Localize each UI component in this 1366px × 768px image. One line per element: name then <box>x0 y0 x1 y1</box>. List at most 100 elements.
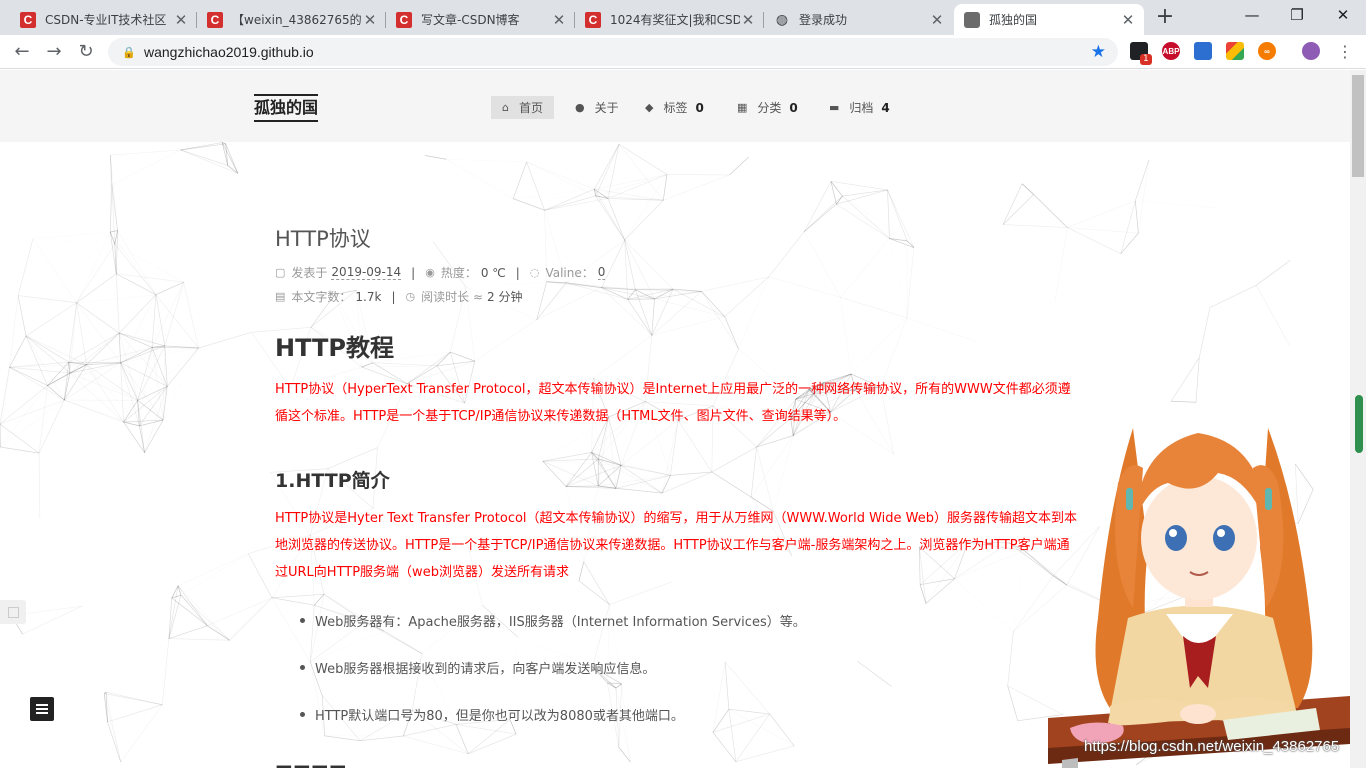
tab-title: 【weixin_43862765的 <box>232 13 362 27</box>
readtime-value: 2 分钟 <box>487 290 523 304</box>
lock-icon[interactable]: 🔒 <box>122 46 136 59</box>
csdn-icon: C <box>207 11 223 28</box>
menu-label: 关于 <box>594 101 619 115</box>
tab-1024-contest[interactable]: C 1024有奖征文|我和CSD ✕ <box>575 4 764 35</box>
tab-title: 写文章-CSDN博客 <box>421 13 520 27</box>
menu-item-tags[interactable]: ◆ 标签 0 <box>634 96 715 119</box>
readtime-label: 阅读时长 ≈ <box>421 290 483 304</box>
browser-menu-icon[interactable]: ⋮ <box>1332 39 1358 65</box>
comment-icon: ◌ <box>529 266 540 279</box>
adblock-plus-icon[interactable]: ABP <box>1162 42 1180 60</box>
site-brand[interactable]: 孤独的国 <box>254 94 319 122</box>
menu-label: 标签 <box>663 101 688 115</box>
valine-count[interactable]: 0 <box>597 265 606 280</box>
forward-arrow-icon[interactable]: → <box>41 39 67 65</box>
tab-title: 1024有奖征文|我和CSD <box>610 13 740 27</box>
close-icon[interactable]: ✕ <box>929 11 945 29</box>
reload-icon[interactable]: ↻ <box>73 39 99 65</box>
clock-icon: ◷ <box>405 290 416 303</box>
close-icon[interactable]: ✕ <box>1120 11 1136 29</box>
list-item: Web服务器根据接收到的请求后，向客户端发送响应信息。 <box>299 658 655 677</box>
close-icon[interactable]: ✕ <box>740 11 756 29</box>
list-item: HTTP默认端口号为80，但是你也可以改为8080或者其他端口。 <box>300 705 684 724</box>
section-heading-http-tutorial: HTTP教程 <box>275 334 394 362</box>
csdn-icon: C <box>585 11 601 28</box>
user-icon: ● <box>575 101 585 114</box>
wordcount-label: 本文字数： <box>291 290 352 304</box>
menu-label: 归档 <box>849 101 874 115</box>
heat-value: 0 ℃ <box>480 265 506 280</box>
colorful-extension-icon[interactable] <box>1226 42 1244 60</box>
file-word-icon: ▤ <box>275 290 286 303</box>
eye-icon: ◉ <box>425 266 435 279</box>
menu-count: 4 <box>881 100 890 115</box>
address-bar[interactable]: 🔒 wangzhichao2019.github.io ★ <box>108 38 1118 66</box>
csdn-icon: C <box>396 11 412 28</box>
tab-weixin[interactable]: C 【weixin_43862765的 ✕ <box>197 4 386 35</box>
close-icon[interactable]: ✕ <box>551 11 567 29</box>
page-scrollbar[interactable] <box>1350 70 1366 768</box>
menu-count: 0 <box>695 100 704 115</box>
close-icon[interactable]: ✕ <box>173 11 189 29</box>
csdn-watermark: https://blog.csdn.net/weixin_43862765 <box>1084 738 1340 755</box>
screenshot-extension-icon[interactable] <box>1194 42 1212 60</box>
extension-badge: 1 <box>1140 54 1152 65</box>
menu-item-archives[interactable]: ▬ 归档 4 <box>818 96 901 119</box>
tab-write-article[interactable]: C 写文章-CSDN博客 ✕ <box>386 4 575 35</box>
intro-paragraph: HTTP协议（HyperText Transfer Protocol，超文本传输… <box>275 382 1071 424</box>
tab-csdn-home[interactable]: C CSDN-专业IT技术社区 ✕ <box>10 4 197 35</box>
archive-icon: ▬ <box>829 101 840 114</box>
window-close-button[interactable]: ✕ <box>1320 0 1366 30</box>
posted-label: 发表于 <box>291 266 328 280</box>
meta-divider: | <box>391 289 396 304</box>
browser-toolbar: ← → ↻ 🔒 wangzhichao2019.github.io ★ 1 AB… <box>0 35 1366 69</box>
menu-item-categories[interactable]: ▦ 分类 0 <box>726 96 809 119</box>
menu-count: 0 <box>789 100 798 115</box>
profile-avatar-icon[interactable] <box>1302 42 1320 60</box>
minimize-button[interactable]: — <box>1229 0 1275 30</box>
anime-mascot-widget[interactable] <box>1048 388 1350 768</box>
menu-item-home[interactable]: ⌂ 首页 <box>491 96 554 119</box>
tab-strip: C CSDN-专业IT技术社区 ✕ C 【weixin_43862765的 ✕ … <box>0 0 1366 35</box>
section-heading-http-intro: 1.HTTP简介 <box>275 470 390 492</box>
calendar-icon: ▢ <box>275 266 286 279</box>
menu-label: 首页 <box>518 101 543 115</box>
tab-title: 孤独的国 <box>989 13 1038 27</box>
bookmark-star-icon[interactable]: ★ <box>1091 42 1106 62</box>
tags-icon: ◆ <box>645 101 654 114</box>
posted-date: 2019-09-14 <box>331 265 402 280</box>
edit-handle-icon[interactable] <box>0 600 26 624</box>
csdn-icon: C <box>20 11 36 28</box>
page-viewport: 孤独的国 ⌂ 首页 ● 关于 ◆ 标签 0 ▦ 分类 0 ▬ 归档 4 HTTP… <box>0 70 1350 768</box>
tab-title: 登录成功 <box>799 13 848 27</box>
post-meta-line-2: ▤ 本文字数： 1.7k | ◷ 阅读时长 ≈ 2 分钟 <box>275 288 522 305</box>
site-avatar-icon <box>964 11 980 28</box>
post-meta-line-1: ▢ 发表于 2019-09-14 | ◉ 热度： 0 ℃ | ◌ Valine：… <box>275 264 606 281</box>
th-icon: ▦ <box>737 101 748 114</box>
list-item: Web服务器有：Apache服务器，IIS服务器（Internet Inform… <box>300 611 806 630</box>
url-text[interactable]: wangzhichao2019.github.io <box>144 44 1091 60</box>
globe-icon: ◍ <box>775 11 789 28</box>
meta-divider: | <box>515 265 520 280</box>
menu-label: 分类 <box>757 101 782 115</box>
intro-detail-paragraph: HTTP协议是Hyter Text Transfer Protocol（超文本传… <box>275 511 1078 580</box>
valine-label: Valine： <box>545 266 594 280</box>
new-tab-button[interactable]: + <box>1153 5 1177 29</box>
post-title[interactable]: HTTP协议 <box>275 223 371 253</box>
next-section-heading-partial: ▬▬▬▬ <box>275 760 347 768</box>
site-header: 孤独的国 ⌂ 首页 ● 关于 ◆ 标签 0 ▦ 分类 0 ▬ 归档 4 <box>0 70 1350 142</box>
menu-item-about[interactable]: ● 关于 <box>564 96 630 119</box>
sidebar-toggle-button[interactable] <box>30 697 54 721</box>
infinity-extension-icon[interactable]: ∞ <box>1258 42 1276 60</box>
scroll-progress-marker <box>1355 395 1363 453</box>
tab-title: CSDN-专业IT技术社区 <box>45 13 167 27</box>
tab-login-success[interactable]: ◍ 登录成功 ✕ <box>764 4 953 35</box>
meta-divider: | <box>411 265 416 280</box>
wordcount-value: 1.7k <box>355 289 382 304</box>
scrollbar-thumb[interactable] <box>1352 75 1364 177</box>
maximize-button[interactable]: ❐ <box>1274 0 1320 30</box>
close-icon[interactable]: ✕ <box>362 11 378 29</box>
back-arrow-icon[interactable]: ← <box>9 39 35 65</box>
tab-active-site[interactable]: 孤独的国 ✕ <box>954 4 1144 35</box>
home-icon: ⌂ <box>502 101 509 114</box>
